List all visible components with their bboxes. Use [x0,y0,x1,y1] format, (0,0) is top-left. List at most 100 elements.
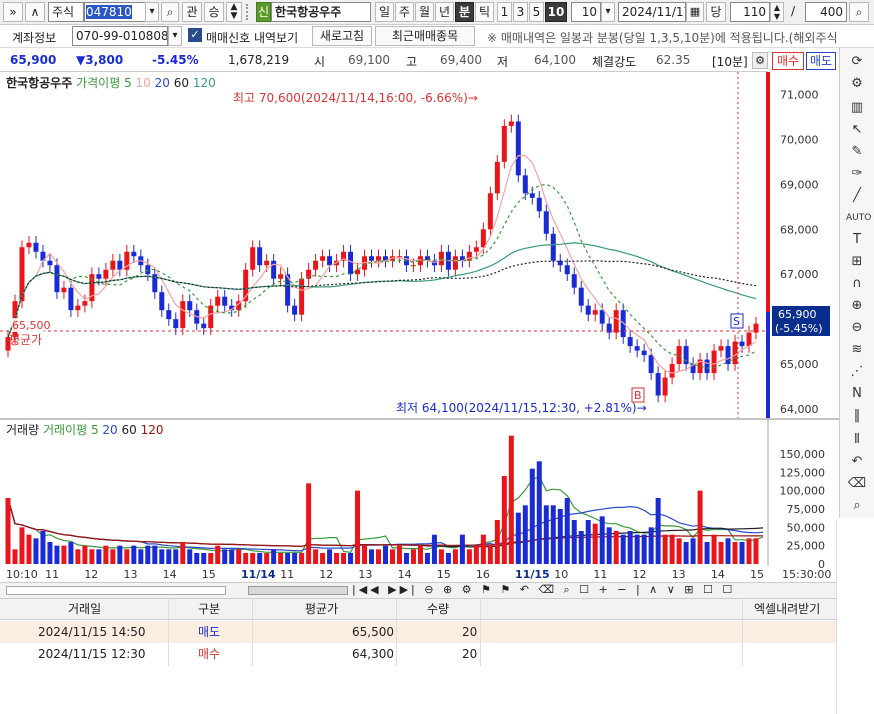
bars-icon[interactable]: ‖ [846,406,868,426]
volume-bar [648,527,654,564]
text-icon[interactable]: T [846,230,868,250]
volume-legend-ma120: 120 [140,423,164,437]
calendar-icon[interactable]: ▦ [686,2,704,22]
date-input[interactable]: 2024/11/17 [618,2,686,22]
stock-name-field[interactable]: 한국항공우주 [271,2,371,22]
price-tick-label: 69,000 [780,178,819,191]
undo-icon[interactable]: ↶ [846,452,868,472]
scroll-track[interactable] [6,586,226,595]
candle-body [320,256,326,261]
recent-stocks-button[interactable]: 최근매매종목 [375,26,475,46]
search-tool-icon[interactable]: ⌕ [846,496,868,516]
volume-bar [655,498,661,564]
period-tick[interactable]: 틱 [475,2,494,22]
pen-icon[interactable]: ✎ [846,142,868,162]
count-input[interactable]: 110 [730,2,770,22]
low-value: 64,100 [534,53,576,67]
volume-bar [564,498,570,564]
brush-icon[interactable]: ✑ [846,164,868,184]
time-tick-label: 13 [123,568,137,581]
volume-bar [389,549,395,564]
interval-1[interactable]: 1 [497,2,512,22]
interval-10[interactable]: 10 [545,2,567,22]
volume-legend-ma-label: 거래이평 [42,423,88,437]
period-day[interactable]: 일 [375,2,394,22]
volume-bar [152,545,158,564]
code-input[interactable]: 047810 [84,2,146,22]
table-row[interactable]: 2024/11/15 14:50 매도 65,500 20 [0,621,836,643]
stepper-icon[interactable]: ▲ ▼ [226,2,242,22]
refresh-icon[interactable]: ⟳ [846,52,868,72]
volume-bar [487,545,493,564]
refresh-button[interactable]: 새로고침 [312,26,372,46]
volume-bar [306,483,312,564]
volume-bar [348,553,354,564]
candle-body [61,287,67,293]
period-year[interactable]: 년 [435,2,454,22]
zigzag-icon[interactable]: Ν [846,384,868,404]
period-week[interactable]: 주 [395,2,414,22]
candle-body [131,251,137,257]
auto-icon[interactable]: AUTO [846,208,871,228]
settings-gear-icon[interactable]: ⚙ [752,52,768,69]
candle-body [571,274,577,288]
code-dropdown-icon[interactable]: ▾ [145,2,159,22]
signal-checkbox[interactable]: ✓ [188,28,202,42]
collapse-button[interactable]: ∧ [25,2,45,22]
playback-controls[interactable]: |◀◀ ▶▶| ⊖ ⊕ ⚙ ⚑ ⚑ ↶ ⌫ ⌕ ☐ + − | ∧ ∨ ⊞ ☐ … [352,583,735,597]
zoom-in-icon[interactable]: ⊕ [846,296,868,316]
analysis-icon[interactable]: ⊞ [846,252,868,272]
line-icon[interactable]: ╱ [846,186,868,206]
volume-tick-label: 100,000 [780,485,826,498]
buy-button[interactable]: 매수 [772,52,804,70]
candle-body [550,233,556,261]
low-annotation: 최저 64,100(2024/11/15,12:30, +2.81%)→ [396,401,647,415]
gwan-button[interactable]: 관 [182,2,202,22]
interval-input[interactable]: 10 [571,2,601,22]
pointer-icon[interactable]: ↖ [846,120,868,140]
excel-download-button[interactable]: 엑셀내려받기 [754,599,820,621]
eraser-icon[interactable]: ⌫ [846,474,868,494]
chart-settings-icon[interactable]: ▥ [846,98,868,118]
columns-icon[interactable]: ⫴ [846,430,868,450]
count-stepper-icon[interactable]: ▲ ▼ [770,2,784,22]
total-input[interactable]: 400 [805,2,847,22]
candle-body [54,265,60,293]
seung-button[interactable]: 승 [204,2,224,22]
volume-bar [613,531,619,564]
interval-3[interactable]: 3 [513,2,528,22]
magnet-icon[interactable]: ∩ [846,274,868,294]
candle-body [515,121,521,176]
zoom-out-icon[interactable]: ⊖ [846,318,868,338]
candle-body [676,346,682,365]
account-number-select[interactable]: 070-99-010808 [72,26,168,46]
legend-ma20: 20 [154,76,170,90]
gear-icon[interactable]: ⚙ [846,74,868,94]
sell-button[interactable]: 매도 [806,52,836,70]
candle-body [257,247,263,266]
zoom-search-icon[interactable]: ⌕ [849,2,869,22]
col-date: 거래일 [68,602,102,616]
dang-button[interactable]: 당 [706,2,726,22]
fib-icon[interactable]: ≋ [846,340,868,360]
candlestick-chart[interactable]: 71,00070,00069,00068,00067,00066,00065,0… [0,72,839,598]
expand-button[interactable]: » [3,2,23,22]
candle-body [746,332,752,347]
period-month[interactable]: 월 [415,2,434,22]
volume-bar [599,516,605,564]
scroll-thumb[interactable] [248,586,348,595]
search-icon[interactable]: ⌕ [161,2,179,22]
candle-body [452,256,458,270]
candle-body [369,256,375,261]
col-qty: 수량 [427,602,450,616]
period-minute[interactable]: 분 [455,2,474,22]
table-row[interactable]: 2024/11/15 12:30 매수 64,300 20 [0,643,836,665]
interval-5[interactable]: 5 [529,2,544,22]
trend-icon[interactable]: ⋰ [846,362,868,382]
market-select[interactable]: 주식 [48,2,84,22]
account-label: 계좌정보 [12,31,57,45]
account-dropdown-icon[interactable]: ▾ [168,26,182,46]
price-tick-label: 65,000 [780,358,819,371]
candle-body [75,305,81,311]
interval-dropdown-icon[interactable]: ▾ [601,2,615,22]
